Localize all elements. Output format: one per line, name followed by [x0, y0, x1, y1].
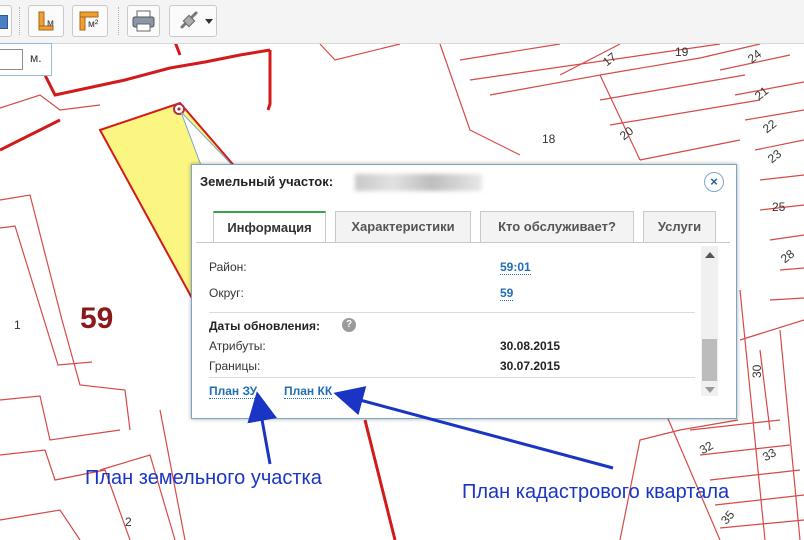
- plan-kk-link[interactable]: План КК: [284, 384, 333, 399]
- measure-area-button[interactable]: м²: [72, 5, 108, 37]
- toolbar: м м²: [0, 0, 804, 44]
- measure-length-unit: м: [47, 18, 54, 29]
- tab-characteristics[interactable]: Характеристики: [335, 211, 471, 242]
- close-icon[interactable]: ×: [704, 172, 724, 192]
- map-label: 25: [772, 200, 786, 214]
- scroll-down-icon[interactable]: [705, 387, 715, 393]
- parcel-number-label: 59: [80, 302, 114, 335]
- annotation-parcel-plan: План земельного участка: [85, 467, 322, 489]
- measure-panel: м.: [0, 43, 52, 76]
- okrug-value-link[interactable]: 59: [500, 286, 514, 301]
- print-icon: [132, 10, 155, 32]
- measure-area-unit: м²: [88, 19, 99, 30]
- measure-length-icon: [38, 11, 54, 31]
- map-label: 19: [675, 45, 689, 59]
- attributes-date: 30.08.2015: [500, 339, 561, 353]
- map-tool-button[interactable]: [0, 5, 12, 37]
- map-label: 18: [542, 132, 556, 146]
- attributes-label: Атрибуты:: [209, 339, 266, 353]
- popup-title: Земельный участок:: [200, 174, 334, 189]
- tab-underline: [196, 242, 730, 243]
- borders-label: Границы:: [209, 359, 261, 373]
- plan-zu-link[interactable]: План ЗУ: [209, 384, 258, 399]
- toolbar-separator: [19, 7, 20, 35]
- update-dates-title: Даты обновления:: [209, 319, 320, 333]
- divider: [209, 312, 695, 313]
- map-label: 1: [14, 318, 21, 332]
- chevron-down-icon: [205, 19, 213, 24]
- measure-length-button[interactable]: м: [28, 5, 64, 37]
- scroll-up-icon[interactable]: [705, 252, 715, 258]
- annotation-quarter-plan: План кадастрового квартала: [462, 481, 730, 503]
- help-icon[interactable]: ?: [342, 318, 356, 332]
- tab-services[interactable]: Услуги: [643, 211, 716, 242]
- info-content: Район: 59:01 Округ: 59 Даты обновления: …: [203, 244, 695, 404]
- measure-input[interactable]: [0, 49, 23, 70]
- tab-information[interactable]: Информация: [213, 211, 326, 243]
- district-value-link[interactable]: 59:01: [500, 260, 531, 275]
- map-label: 2: [125, 515, 132, 529]
- scroll-thumb[interactable]: [702, 339, 717, 381]
- district-label: Район:: [209, 260, 247, 274]
- print-button[interactable]: [127, 5, 160, 37]
- link-button[interactable]: [169, 5, 217, 37]
- map-tool-icon: [0, 15, 8, 29]
- parcel-info-popup: Земельный участок: × Информация Характер…: [191, 164, 737, 419]
- toolbar-separator: [118, 7, 119, 35]
- divider: [209, 377, 695, 378]
- parcel-id-redacted: [355, 174, 482, 191]
- link-icon: [180, 11, 198, 29]
- measure-unit: м.: [30, 51, 42, 65]
- tab-who-serves[interactable]: Кто обслуживает?: [480, 211, 634, 242]
- borders-date: 30.07.2015: [500, 359, 561, 373]
- map-label: 30: [750, 364, 764, 378]
- scrollbar[interactable]: [701, 246, 718, 396]
- okrug-label: Округ:: [209, 286, 244, 300]
